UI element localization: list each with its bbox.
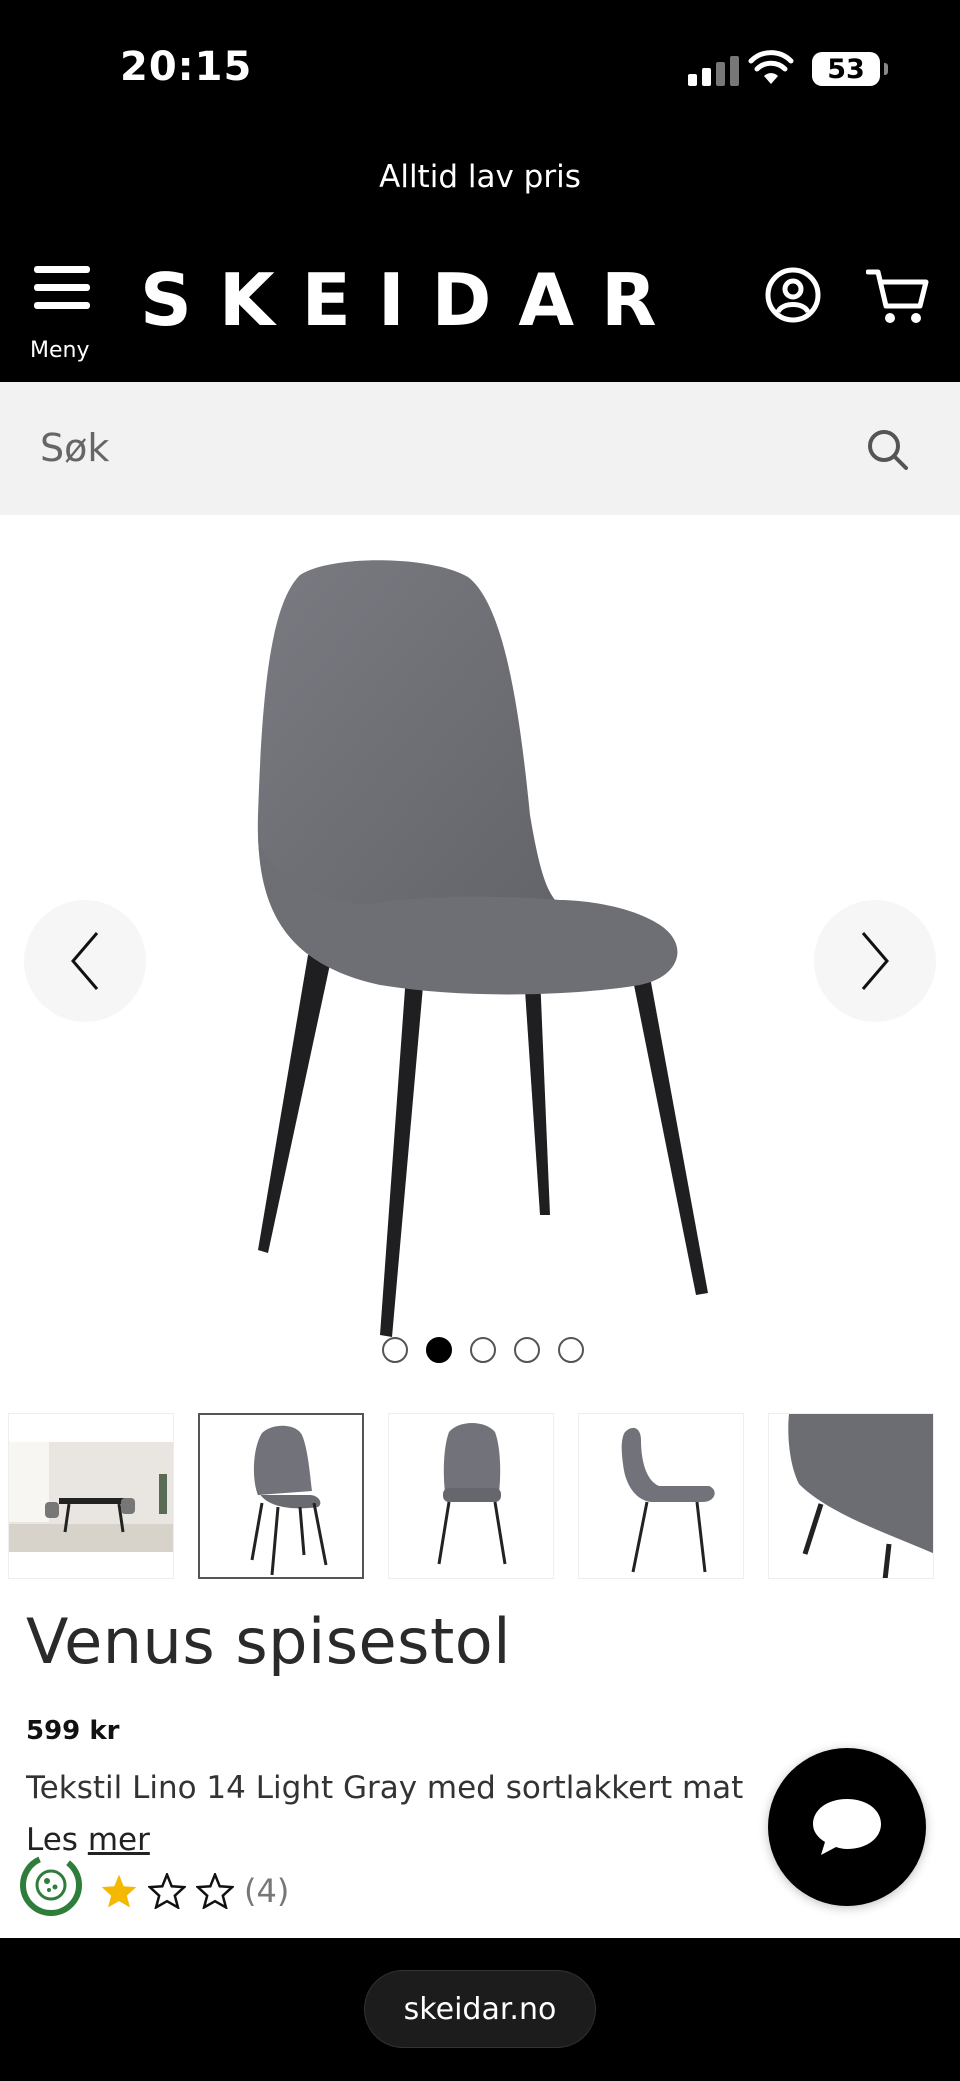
wifi-icon	[748, 50, 794, 90]
product-price: 599 kr	[26, 1716, 120, 1746]
promo-text: Alltid lav pris	[379, 159, 581, 195]
thumbnail-room[interactable]	[8, 1413, 174, 1579]
product-image[interactable]	[0, 515, 960, 1345]
url-bar[interactable]: skeidar.no	[364, 1970, 596, 2048]
search-input[interactable]	[40, 416, 820, 480]
status-bar: 20:15 53	[0, 0, 960, 132]
star-empty-icon	[148, 1873, 186, 1909]
gallery-dot[interactable]	[514, 1337, 540, 1363]
product-title: Venus spisestol	[26, 1605, 511, 1678]
menu-label: Meny	[30, 338, 90, 363]
gallery-dot[interactable]	[470, 1337, 496, 1363]
gallery-dot-active[interactable]	[426, 1337, 452, 1363]
gallery-dot[interactable]	[558, 1337, 584, 1363]
status-time: 20:15	[120, 44, 253, 90]
thumbnail-chair-detail[interactable]	[768, 1413, 934, 1579]
cookie-settings-button[interactable]	[16, 1850, 86, 1920]
hamburger-icon	[34, 266, 90, 309]
thumbnail-chair-side[interactable]	[578, 1413, 744, 1579]
chevron-left-icon	[71, 932, 99, 990]
chevron-right-icon	[861, 932, 889, 990]
search-icon[interactable]	[866, 428, 910, 472]
gallery-next-button[interactable]	[814, 900, 936, 1022]
search-bar	[0, 382, 960, 515]
cart-button[interactable]	[865, 266, 930, 326]
menu-button[interactable]: Meny	[30, 266, 94, 366]
product-description: Tekstil Lino 14 Light Gray med sortlakke…	[26, 1770, 744, 1806]
rating[interactable]: (4)	[100, 1872, 289, 1910]
read-more-link[interactable]: mer	[88, 1822, 150, 1858]
site-header: Meny SKEIDAR	[0, 252, 960, 382]
cart-icon	[865, 269, 929, 323]
gallery-prev-button[interactable]	[24, 900, 146, 1022]
chat-button[interactable]	[768, 1748, 926, 1906]
review-count: (4)	[244, 1872, 290, 1910]
user-icon	[765, 267, 821, 323]
cookie-icon	[20, 1854, 82, 1916]
promo-banner: Alltid lav pris	[0, 132, 960, 252]
star-empty-icon	[196, 1873, 234, 1909]
thumbnail-chair-front-angle[interactable]	[198, 1413, 364, 1579]
product-gallery	[0, 515, 960, 1375]
thumbnail-chair-front[interactable]	[388, 1413, 554, 1579]
site-logo[interactable]: SKEIDAR	[140, 258, 684, 342]
gallery-dot[interactable]	[382, 1337, 408, 1363]
battery-indicator: 53	[812, 52, 888, 86]
account-button[interactable]	[764, 266, 822, 324]
star-filled-icon	[101, 1874, 137, 1908]
signal-icon	[688, 56, 739, 86]
thumbnail-strip	[8, 1413, 960, 1579]
browser-bottom-bar: skeidar.no	[0, 1938, 960, 2081]
chat-bubble-icon	[813, 1799, 881, 1855]
gallery-dots	[0, 1337, 960, 1363]
